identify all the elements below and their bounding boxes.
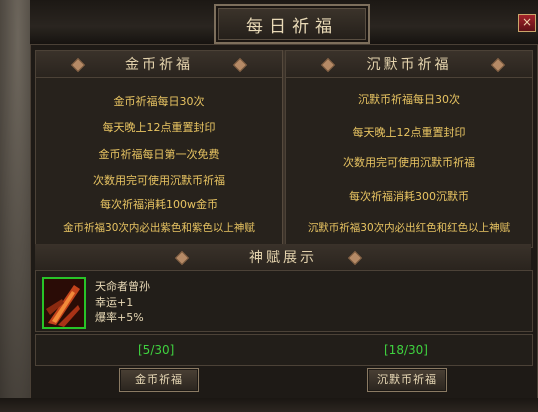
silence-info-line: 次数用完可使用沉默币祈福 [343, 156, 475, 169]
gold-info-line: 金币祈福30次内必出紫色和紫色以上神赋 [63, 222, 255, 234]
gold-info-line: 金币祈福每日30次 [113, 95, 205, 108]
gold-prayer-title: 金币祈福 [125, 57, 193, 73]
silence-info-line: 每天晚上12点重置封印 [352, 126, 466, 139]
silence-prayer-title: 沉默币祈福 [366, 57, 452, 73]
gold-info-line: 每天晚上12点重置封印 [102, 121, 216, 134]
frame-bottom [0, 398, 538, 412]
talent-title: 神赋展示 [249, 250, 317, 266]
gold-prayer-button[interactable]: 金币祈福 [119, 368, 199, 392]
gold-info-line: 金币祈福每日第一次免费 [98, 148, 220, 161]
gold-info-line: 次数用完可使用沉默币祈福 [93, 174, 225, 187]
window-title: 每日祈福 [246, 16, 338, 37]
talent-header: 神赋展示 [35, 244, 531, 271]
flame-slash-icon [44, 279, 84, 327]
talent-crit: 爆率+5% [95, 311, 144, 324]
close-button[interactable]: × [518, 14, 536, 32]
silence-info-line: 沉默币祈福30次内必出红色和红色以上神赋 [307, 222, 511, 234]
talent-icon-slot[interactable] [42, 277, 86, 329]
gold-info-line: 每次祈福消耗100w金币 [100, 198, 218, 211]
window-title-plate: 每日祈福 [214, 4, 370, 44]
talent-name: 天命者曾孙 [95, 280, 150, 293]
silence-prayer-section [285, 50, 533, 248]
silence-info-line: 每次祈福消耗300沉默币 [349, 190, 469, 203]
silence-prayer-button[interactable]: 沉默币祈福 [367, 368, 447, 392]
gold-prayer-counter: [5/30] [138, 343, 175, 357]
talent-luck: 幸运+1 [95, 296, 134, 309]
silence-info-line: 沉默币祈福每日30次 [358, 93, 460, 106]
silence-prayer-counter: [18/30] [384, 343, 428, 357]
counter-row [35, 334, 533, 366]
